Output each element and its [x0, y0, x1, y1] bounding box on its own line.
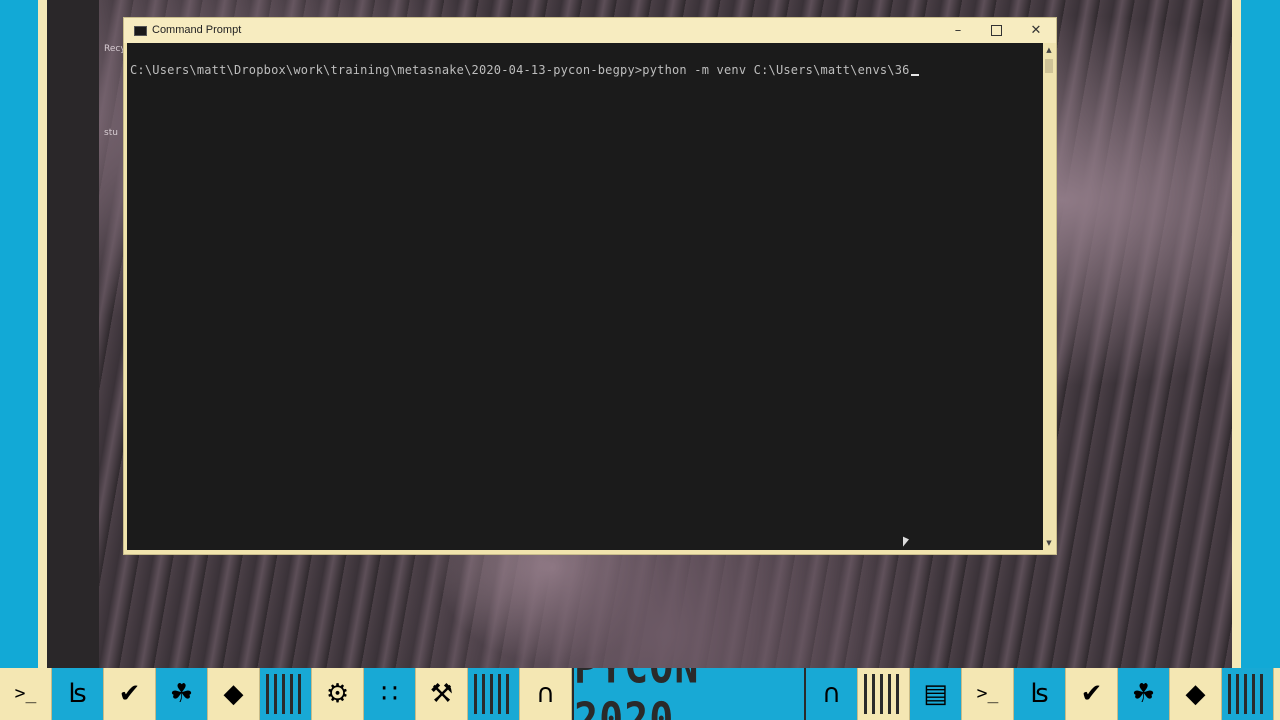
- window-title: Command Prompt: [152, 24, 242, 36]
- leaf-icon: ☘: [156, 668, 208, 720]
- command-text: C:\Users\matt\Dropbox\work\training\meta…: [130, 63, 910, 77]
- pycon-logo: PYCON 2020: [572, 668, 806, 720]
- console-area[interactable]: C:\Users\matt\Dropbox\work\training\meta…: [127, 43, 1043, 550]
- scroll-up-icon[interactable]: ▲: [1043, 43, 1055, 57]
- window-titlebar[interactable]: Command Prompt – ✕: [124, 18, 1056, 43]
- command-line: C:\Users\matt\Dropbox\work\training\meta…: [130, 63, 919, 77]
- minimize-button[interactable]: –: [939, 18, 977, 43]
- mouse-pointer-icon: [903, 536, 909, 550]
- snake-icon: ʪ: [1014, 668, 1066, 720]
- snake-icon: ʪ: [52, 668, 104, 720]
- wrench-icon: ⚒: [416, 668, 468, 720]
- scroll-thumb[interactable]: [1045, 59, 1053, 73]
- stripes-icon: [260, 668, 312, 720]
- arches-icon: ∩: [520, 668, 572, 720]
- window-icon: ▤: [910, 668, 962, 720]
- command-prompt-window[interactable]: Command Prompt – ✕ C:\Users\matt\Dropbox…: [124, 18, 1056, 554]
- maximize-icon: [990, 25, 1002, 36]
- pycon-logo-text: PYCON 2020: [574, 668, 804, 720]
- close-button[interactable]: ✕: [1017, 18, 1055, 43]
- robot-icon: ⚙: [1274, 668, 1280, 720]
- text-cursor: [910, 74, 919, 76]
- vertical-scrollbar[interactable]: ▲ ▼: [1043, 43, 1055, 550]
- pycon-banner: >_ ʪ ✔ ☘ ◆ ⚙ ∷ ⚒ ∩ PYCON 2020 ∩ ▤ >_ ʪ ✔…: [0, 668, 1280, 720]
- stripes-icon: [468, 668, 520, 720]
- check-icon: ✔: [104, 668, 156, 720]
- robot-icon: ⚙: [312, 668, 364, 720]
- diamond-icon: ◆: [208, 668, 260, 720]
- circuit-icon: ∷: [364, 668, 416, 720]
- check-icon: ✔: [1066, 668, 1118, 720]
- desktop-icon-label[interactable]: stu: [104, 128, 118, 138]
- desktop-icon-recycle-bin[interactable]: Recy: [104, 44, 126, 54]
- arches-icon: ∩: [806, 668, 858, 720]
- diamond-icon: ◆: [1170, 668, 1222, 720]
- terminal-icon: >_: [0, 668, 52, 720]
- cmd-app-icon: [134, 26, 147, 36]
- stripes-icon: [1222, 668, 1274, 720]
- maximize-button[interactable]: [977, 18, 1015, 43]
- stripes-icon: [858, 668, 910, 720]
- scroll-down-icon[interactable]: ▼: [1043, 536, 1055, 550]
- terminal-icon: >_: [962, 668, 1014, 720]
- leaf-icon: ☘: [1118, 668, 1170, 720]
